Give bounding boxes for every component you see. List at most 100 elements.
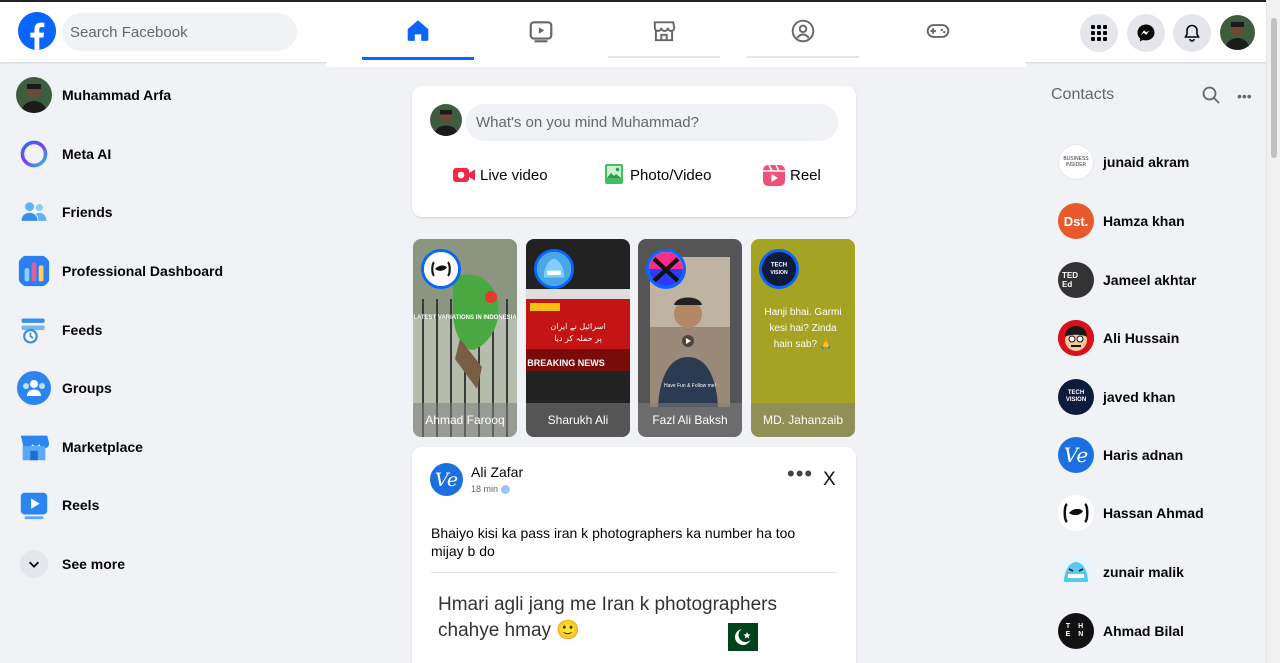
live-video-icon (453, 168, 475, 182)
reel-icon (763, 164, 785, 186)
reel-button[interactable]: Reel (762, 162, 821, 188)
photo-video-label: Photo/Video (630, 166, 712, 184)
left-sidebar: Muhammad Arfa Meta AI Friends Profession… (8, 66, 308, 593)
contacts-more-button[interactable]: ••• (1237, 88, 1252, 104)
contact-item[interactable]: Ali Hussain (1058, 318, 1179, 358)
feeds-icon (16, 312, 52, 348)
photo-video-button[interactable]: Photo/Video (602, 162, 711, 188)
post-author-avatar[interactable]: Ve (430, 463, 463, 496)
post-close-button[interactable]: X (823, 469, 836, 491)
sidebar-item-profile[interactable]: Muhammad Arfa (8, 66, 308, 125)
story-avatar (646, 249, 686, 289)
contact-item[interactable]: Ve Haris adnan (1058, 435, 1183, 475)
contact-avatar (1058, 320, 1094, 356)
story-card[interactable]: Have Fun & Follow me! Fazl Ali Baksh (638, 239, 742, 437)
bell-icon (1184, 24, 1200, 42)
feed-post: Ve Ali Zafar 18 min ••• X Bhaiyo kisi ka… (412, 447, 856, 663)
sidebar-item-see-more[interactable]: See more (8, 535, 308, 594)
sidebar-item-label: See more (62, 556, 126, 573)
photo-icon (605, 164, 623, 184)
svg-text:LATEST VARIATIONS IN INDONESIA: LATEST VARIATIONS IN INDONESIA (413, 315, 517, 321)
contact-avatar (1058, 495, 1094, 531)
sidebar-item-marketplace[interactable]: Marketplace (8, 418, 308, 477)
sidebar-item-label: Marketplace (62, 438, 143, 455)
dashboard-icon (16, 253, 52, 289)
post-text: Bhaiyo kisi ka pass iran k photographers… (431, 525, 796, 559)
sidebar-item-professional-dashboard[interactable]: Professional Dashboard (8, 242, 308, 301)
contact-name: junaid akram (1103, 154, 1190, 170)
video-icon (529, 21, 553, 43)
story-card[interactable]: LATEST VARIATIONS IN INDONESIA Ahmad Far… (413, 239, 517, 437)
sidebar-item-label: Muhammad Arfa (62, 87, 172, 104)
contact-name: Hamza khan (1103, 213, 1185, 229)
story-name: Ahmad Farooq (413, 403, 517, 437)
contact-name: javed khan (1103, 389, 1176, 405)
sidebar-item-label: Professional Dashboard (62, 263, 224, 280)
post-divider (431, 572, 837, 573)
sidebar-item-label: Friends (62, 204, 113, 221)
groups-icon (16, 370, 52, 406)
page-scrollbar[interactable] (1266, 0, 1280, 663)
menu-button[interactable] (1080, 14, 1118, 52)
post-author-name[interactable]: Ali Zafar (471, 464, 523, 480)
story-avatar (421, 249, 461, 289)
contact-item[interactable]: TED Ed Jameel akhtar (1058, 260, 1196, 300)
sidebar-item-groups[interactable]: Groups (8, 359, 308, 418)
post-composer: What's on you mind Muhammad? Live video … (412, 86, 856, 217)
marketplace-icon (653, 21, 676, 42)
contact-item[interactable]: T H E N Ahmad Bilal (1058, 611, 1184, 651)
marketplace-icon (16, 429, 52, 465)
contact-name: Ali Hussain (1103, 330, 1180, 346)
profile-avatar (16, 77, 52, 114)
contact-avatar (1058, 554, 1094, 590)
story-card[interactable]: اسرائیل نے ایران پر حملہ کر دیا BREAKING… (526, 239, 630, 437)
story-avatar (534, 249, 574, 289)
facebook-logo-icon[interactable] (18, 12, 56, 50)
tab-home[interactable] (362, 2, 474, 60)
live-video-button[interactable]: Live video (452, 162, 548, 188)
contact-name: Jameel akhtar (1103, 272, 1197, 288)
search-box[interactable] (62, 13, 297, 51)
sidebar-item-label: Groups (62, 380, 112, 397)
story-name: MD. Jahanzaib (751, 403, 855, 437)
contact-name: Haris adnan (1103, 447, 1184, 463)
account-avatar[interactable] (1220, 15, 1255, 50)
story-text: Hanji bhai. Garmi kesi hai? Zinda hain s… (764, 307, 842, 350)
sidebar-item-reels[interactable]: Reels (8, 476, 308, 535)
search-input[interactable] (62, 13, 297, 51)
sidebar-item-meta-ai[interactable]: Meta AI (8, 125, 308, 184)
reels-icon (16, 487, 52, 523)
notifications-button[interactable] (1173, 14, 1211, 52)
globe-icon (501, 485, 511, 495)
live-video-label: Live video (480, 166, 548, 184)
svg-text:پر حملہ کر دیا: پر حملہ کر دیا (554, 334, 602, 343)
tab-groups[interactable] (747, 2, 859, 60)
contact-item[interactable]: Dst. Hamza khan (1058, 201, 1185, 241)
svg-text:VISION: VISION (770, 270, 788, 276)
tab-video[interactable] (485, 2, 597, 60)
sidebar-item-label: Meta AI (62, 145, 112, 162)
story-name: Sharukh Ali (526, 403, 630, 437)
svg-text:BREAKING NEWS: BREAKING NEWS (527, 358, 605, 368)
sidebar-item-friends[interactable]: Friends (8, 183, 308, 242)
messenger-button[interactable] (1127, 14, 1165, 52)
svg-text:TECH: TECH (771, 262, 787, 268)
post-options-button[interactable]: ••• (787, 463, 813, 485)
post-timestamp[interactable]: 18 min (471, 484, 511, 495)
contacts-heading: Contacts (1051, 86, 1115, 103)
search-icon[interactable] (1201, 85, 1221, 105)
contact-item[interactable]: TECH VISION javed khan (1058, 377, 1175, 417)
home-icon (407, 19, 429, 41)
story-avatar: TECH VISION (759, 249, 799, 289)
sidebar-item-label: Feeds (62, 321, 103, 338)
contact-item[interactable]: BUSINESS INSIDER junaid akram (1058, 142, 1189, 182)
tab-gaming[interactable] (882, 2, 994, 60)
sidebar-item-feeds[interactable]: Feeds (8, 300, 308, 359)
contact-item[interactable]: zunair malik (1058, 552, 1184, 592)
contact-item[interactable]: Hassan Ahmad (1058, 493, 1204, 533)
contact-name: zunair malik (1103, 564, 1184, 580)
groups-icon (791, 19, 815, 43)
tab-marketplace[interactable] (608, 2, 720, 60)
story-card[interactable]: TECH VISION Hanji bhai. Garmi kesi hai? Z… (751, 239, 855, 437)
composer-input[interactable]: What's on you mind Muhammad? (466, 104, 838, 141)
